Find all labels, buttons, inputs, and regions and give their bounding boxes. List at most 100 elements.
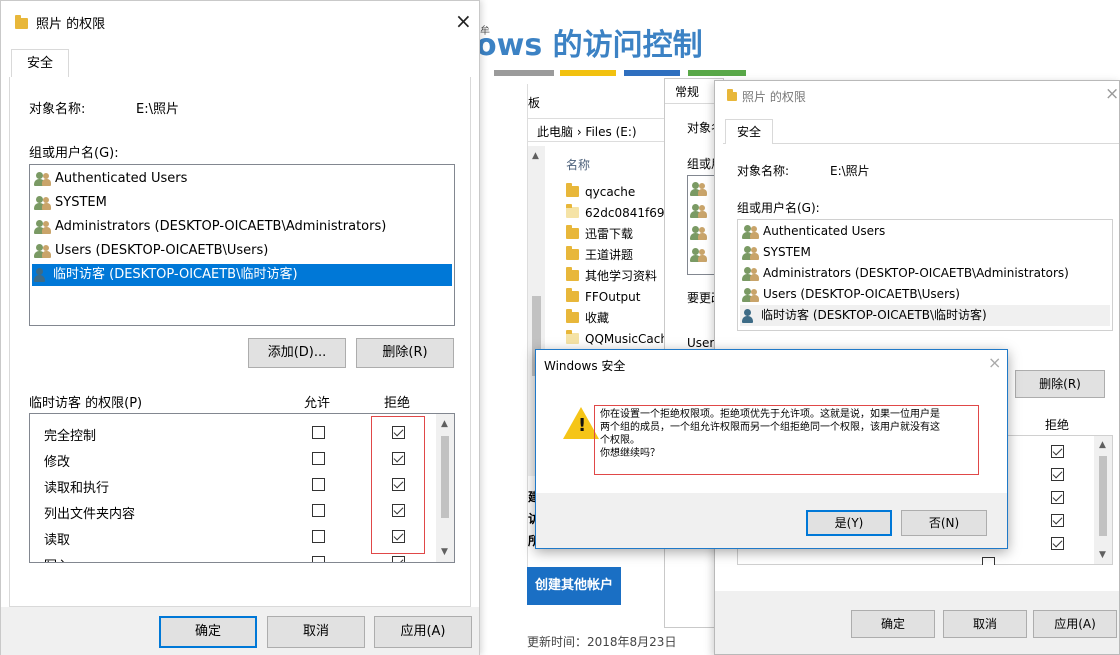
add-button[interactable]: 添加(D)... bbox=[248, 338, 346, 368]
no-button[interactable]: 否(N) bbox=[901, 510, 987, 536]
close-icon[interactable]: × bbox=[988, 355, 1001, 371]
cancel-button[interactable]: 取消 bbox=[943, 610, 1027, 638]
object-name-label: 对象名称: bbox=[29, 102, 86, 117]
allow-checkbox[interactable] bbox=[982, 557, 995, 565]
group-user-icon bbox=[34, 219, 52, 235]
tab-general[interactable]: 常规 bbox=[675, 83, 699, 100]
scroll-thumb[interactable] bbox=[1099, 456, 1107, 536]
group-user-icon bbox=[742, 224, 760, 240]
title-accent-bar-blue bbox=[624, 70, 680, 76]
deny-checkbox[interactable] bbox=[1051, 491, 1064, 504]
folder-item[interactable]: FFOutput bbox=[566, 287, 641, 307]
folder-icon bbox=[727, 89, 737, 101]
ok-button[interactable]: 确定 bbox=[159, 616, 257, 648]
remove-button[interactable]: 删除(R) bbox=[1015, 370, 1105, 398]
user-list[interactable]: Authenticated Users SYSTEM Administrator… bbox=[29, 164, 455, 326]
group-user-icon bbox=[742, 287, 760, 303]
user-item[interactable]: Authenticated Users bbox=[742, 221, 885, 242]
object-name-value: E:\照片 bbox=[830, 164, 870, 178]
user-item[interactable]: Authenticated Users bbox=[34, 168, 187, 190]
folder-icon bbox=[566, 309, 579, 323]
allow-checkbox[interactable] bbox=[312, 556, 325, 562]
tab-security[interactable]: 安全 bbox=[11, 49, 69, 78]
message-line: 两个组的成员，一个组允许权限而另一个组拒绝同一个权限，该用户就没有这 bbox=[600, 422, 940, 433]
users-fragment: User bbox=[687, 336, 715, 350]
folder-item[interactable]: 王道讲题 bbox=[566, 245, 633, 265]
title-fragment: 牟 bbox=[480, 26, 490, 37]
user-item[interactable]: Administrators (DESKTOP-OICAETB\Administ… bbox=[34, 216, 386, 238]
ok-button[interactable]: 确定 bbox=[851, 610, 935, 638]
deny-checkbox[interactable] bbox=[1051, 514, 1064, 527]
folder-item[interactable]: 62dc0841f69d bbox=[566, 203, 666, 223]
user-item[interactable]: SYSTEM bbox=[742, 242, 811, 263]
title-bar: 照片 的权限 × bbox=[1, 1, 479, 41]
group-user-icon bbox=[34, 243, 52, 259]
article-title: ows 的访问控制 bbox=[476, 28, 703, 63]
permission-name: 读取和执行 bbox=[44, 481, 110, 496]
allow-checkbox[interactable] bbox=[312, 426, 325, 439]
user-item[interactable]: SYSTEM bbox=[34, 192, 107, 214]
deny-header: 拒绝 bbox=[384, 396, 411, 411]
folder-icon bbox=[566, 246, 579, 260]
object-name-value: E:\照片 bbox=[136, 102, 179, 117]
deny-checkbox[interactable] bbox=[1051, 537, 1064, 550]
scroll-thumb[interactable] bbox=[441, 436, 449, 518]
scroll-up-arrow[interactable]: ▲ bbox=[441, 420, 448, 429]
group-user-icon bbox=[34, 195, 52, 211]
folder-item[interactable]: QQMusicCach bbox=[566, 329, 666, 349]
user-item[interactable]: Users (DESKTOP-OICAETB\Users) bbox=[34, 240, 268, 262]
allow-checkbox[interactable] bbox=[312, 452, 325, 465]
group-label: 组或用户名(G): bbox=[29, 146, 119, 161]
allow-checkbox[interactable] bbox=[312, 530, 325, 543]
folder-icon bbox=[566, 183, 579, 197]
group-user-icon bbox=[690, 225, 708, 241]
title-accent-bar-green bbox=[688, 70, 746, 76]
folder-icon bbox=[566, 330, 579, 344]
group-user-icon bbox=[742, 245, 760, 261]
permission-name: 完全控制 bbox=[44, 429, 97, 444]
apply-button[interactable]: 应用(A) bbox=[374, 616, 472, 648]
folder-item[interactable]: 其他学习资料 bbox=[566, 266, 657, 286]
yes-button[interactable]: 是(Y) bbox=[806, 510, 892, 536]
folder-icon bbox=[15, 15, 28, 29]
close-icon[interactable]: × bbox=[455, 11, 472, 31]
warning-message: 你在设置一个拒绝权限项。拒绝项优先于允许项。这就是说，如果一位用户是 两个组的成… bbox=[594, 405, 979, 475]
apply-button[interactable]: 应用(A) bbox=[1033, 610, 1117, 638]
group-user-icon bbox=[690, 203, 708, 219]
deny-checkbox[interactable] bbox=[1051, 445, 1064, 458]
folder-item[interactable]: qycache bbox=[566, 182, 635, 202]
permission-scrollbar[interactable]: ▲ ▼ bbox=[1094, 436, 1112, 564]
create-account-button[interactable]: 创建其他帐户 bbox=[527, 567, 621, 605]
allow-checkbox[interactable] bbox=[312, 478, 325, 491]
message-line: 个权限。 bbox=[600, 435, 640, 446]
folder-list: qycache 62dc0841f69d 迅雷下载 王道讲题 其他学习资料 FF… bbox=[566, 182, 666, 352]
remove-button[interactable]: 删除(R) bbox=[356, 338, 454, 368]
allow-checkbox[interactable] bbox=[312, 504, 325, 517]
user-item-selected[interactable]: 临时访客 (DESKTOP-OICAETB\临时访客) bbox=[740, 305, 1110, 326]
folder-item[interactable]: 收藏 bbox=[566, 308, 609, 328]
object-name-label: 对象名称: bbox=[737, 164, 790, 178]
tab-security[interactable]: 安全 bbox=[725, 119, 773, 144]
deny-checkbox[interactable] bbox=[392, 556, 405, 562]
deny-checkbox[interactable] bbox=[1051, 468, 1064, 481]
folder-item[interactable]: 迅雷下载 bbox=[566, 224, 633, 244]
permission-row: 完全控制 bbox=[30, 421, 430, 445]
user-item[interactable]: Administrators (DESKTOP-OICAETB\Administ… bbox=[742, 263, 1069, 284]
explorer-ribbon-fragment: 板 bbox=[528, 96, 541, 110]
scroll-down-arrow[interactable]: ▼ bbox=[441, 548, 448, 557]
cancel-button[interactable]: 取消 bbox=[267, 616, 365, 648]
permission-scrollbar[interactable]: ▲ ▼ bbox=[436, 414, 454, 562]
user-item[interactable]: Users (DESKTOP-OICAETB\Users) bbox=[742, 284, 960, 305]
group-label: 组或用户名(G): bbox=[737, 201, 820, 215]
scroll-up-arrow[interactable]: ▲ bbox=[1099, 441, 1106, 450]
permission-row: 修改 bbox=[30, 447, 430, 471]
user-list[interactable]: Authenticated Users SYSTEM Administrator… bbox=[737, 219, 1113, 331]
close-icon[interactable]: × bbox=[1105, 86, 1119, 103]
scroll-up-arrow[interactable]: ▲ bbox=[532, 152, 539, 161]
user-item-selected[interactable]: 临时访客 (DESKTOP-OICAETB\临时访客) bbox=[32, 264, 452, 286]
column-header-name[interactable]: 名称 bbox=[566, 156, 590, 173]
folder-icon bbox=[566, 288, 579, 302]
explorer-address-bar[interactable]: 此电脑 › Files (E:) bbox=[527, 118, 667, 142]
scroll-down-arrow[interactable]: ▼ bbox=[1099, 551, 1106, 560]
group-user-icon bbox=[34, 171, 52, 187]
